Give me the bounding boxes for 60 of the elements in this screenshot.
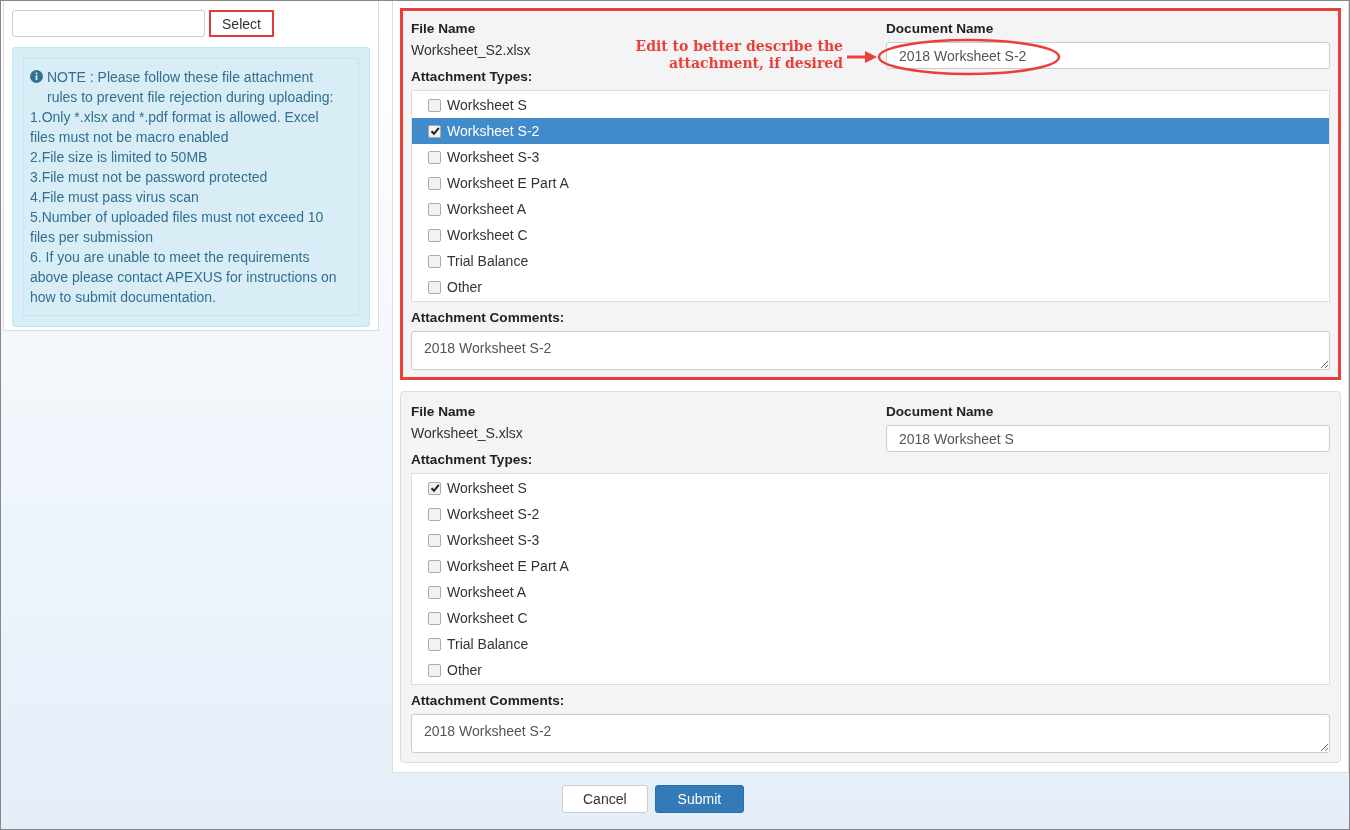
- attachment-type-option[interactable]: Worksheet A: [412, 196, 1329, 222]
- info-icon: [30, 70, 43, 83]
- cancel-button[interactable]: Cancel: [562, 785, 648, 813]
- field-label: Document Name: [886, 404, 995, 419]
- field-label: Document Name: [886, 21, 995, 36]
- attachment-type-option[interactable]: Worksheet S: [412, 475, 1329, 501]
- field-label: File Name: [411, 21, 477, 36]
- checkbox[interactable]: [428, 254, 441, 268]
- note-rule: 2.File size is limited to 50MB: [30, 148, 209, 167]
- checkbox[interactable]: [428, 585, 441, 599]
- checkbox[interactable]: [428, 533, 441, 547]
- attachment-type-option[interactable]: Worksheet C: [412, 222, 1329, 248]
- checkbox[interactable]: [428, 176, 441, 190]
- checkbox[interactable]: [428, 637, 441, 651]
- note-rule: 3.File must not be password protected: [30, 168, 269, 187]
- attachment-type-option[interactable]: Worksheet S-2: [412, 501, 1329, 527]
- note-rule: 4.File must pass virus scan: [30, 188, 200, 207]
- attachment-type-option[interactable]: Worksheet E Part A: [412, 170, 1329, 196]
- document-name-field[interactable]: 2018 Worksheet S: [886, 425, 1330, 452]
- field-label: Attachment Comments:: [411, 310, 566, 325]
- attachment-type-option[interactable]: Worksheet S-3: [412, 527, 1329, 553]
- checkbox[interactable]: [428, 150, 441, 164]
- submit-button[interactable]: Submit: [654, 785, 745, 813]
- select-button[interactable]: Select: [209, 10, 274, 37]
- attachment-type-option[interactable]: Trial Balance: [412, 631, 1329, 657]
- attachment-type-option[interactable]: Worksheet C: [412, 605, 1329, 631]
- field-label: File Name: [411, 404, 477, 419]
- checkbox[interactable]: [428, 559, 441, 573]
- field-label: Attachment Comments:: [411, 693, 566, 708]
- checkbox[interactable]: [428, 202, 441, 216]
- comments-field[interactable]: 2018 Worksheet S-2: [411, 714, 1330, 753]
- checkbox[interactable]: [428, 481, 441, 495]
- note-text: NOTE : Please follow these file attachment rules to prevent file rejection during uploading:: [47, 68, 335, 107]
- document-name-field[interactable]: 2018 Worksheet S-2: [886, 42, 1330, 69]
- file-name-text: Worksheet_S2.xlsx: [411, 42, 531, 58]
- annotation-text: Edit to better describe the attachment, if desired: [634, 38, 843, 72]
- checkbox[interactable]: [428, 663, 441, 677]
- comments-field[interactable]: 2018 Worksheet S-2: [411, 331, 1330, 370]
- field-label: Attachment Types:: [411, 69, 534, 84]
- attachment-type-option[interactable]: Worksheet S-2: [412, 118, 1329, 144]
- note-rule: 6. If you are unable to meet the requirements above please contact APEXUS for instructions on how to submit documentation.: [30, 248, 338, 307]
- attachment-type-option[interactable]: Worksheet S: [412, 92, 1329, 118]
- checkbox[interactable]: [428, 611, 441, 625]
- checkbox[interactable]: [428, 228, 441, 242]
- checkbox[interactable]: [428, 280, 441, 294]
- note-rule: 1.Only *.xlsx and *.pdf format is allowed. Excel files must not be macro enabled: [30, 108, 320, 147]
- checkbox[interactable]: [428, 124, 441, 138]
- file-path-field[interactable]: [12, 10, 205, 37]
- note-rule: 5.Number of uploaded files must not exceed 10 files per submission: [30, 208, 325, 247]
- checkbox[interactable]: [428, 98, 441, 112]
- field-label: Attachment Types:: [411, 452, 534, 467]
- attachment-type-option[interactable]: Worksheet A: [412, 579, 1329, 605]
- arrow-icon: [847, 51, 877, 63]
- file-name-text: Worksheet_S.xlsx: [411, 425, 523, 441]
- attachment-type-option[interactable]: Trial Balance: [412, 248, 1329, 274]
- attachment-type-option[interactable]: Other: [412, 274, 1329, 300]
- attachment-type-option[interactable]: Other: [412, 657, 1329, 683]
- attachment-type-option[interactable]: Worksheet S-3: [412, 144, 1329, 170]
- attachment-type-option[interactable]: Worksheet E Part A: [412, 553, 1329, 579]
- checkbox[interactable]: [428, 507, 441, 521]
